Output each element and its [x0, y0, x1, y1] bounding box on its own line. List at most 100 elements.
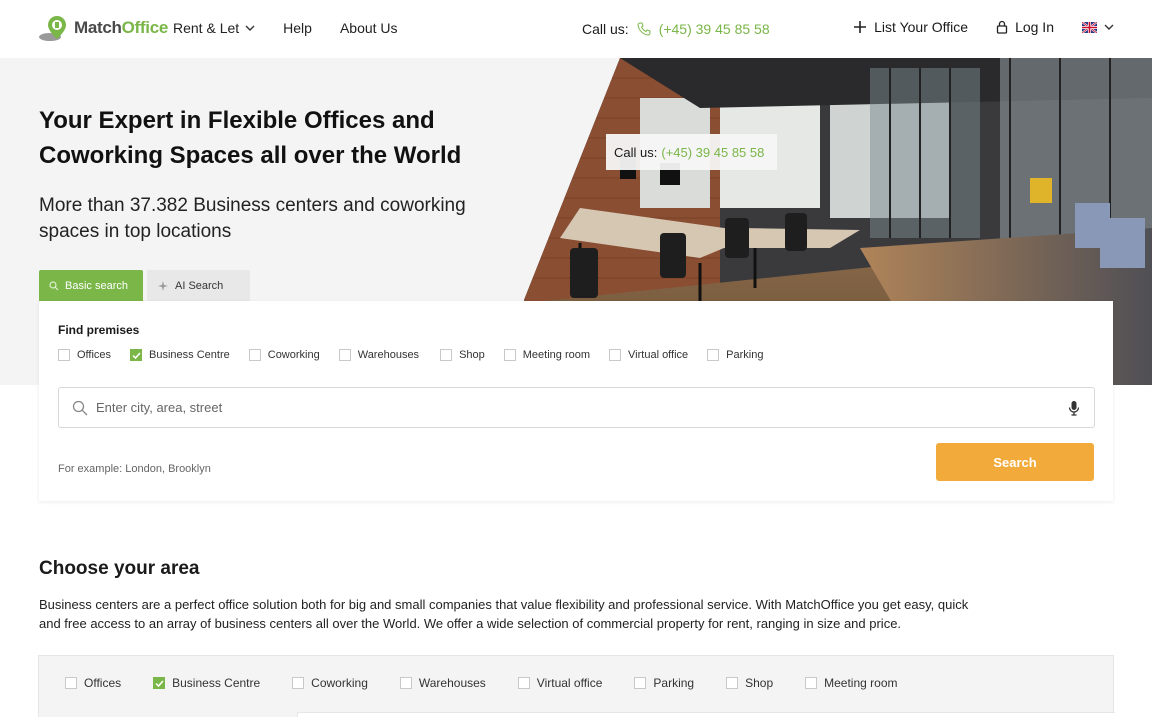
main-nav: Rent & Let Help About Us [173, 20, 426, 36]
checkbox-checked[interactable] [153, 677, 166, 689]
hero-title: Your Expert in Flexible Offices and Cowo… [39, 107, 462, 169]
filter-label: Offices [77, 349, 112, 361]
filter-coworking[interactable]: Coworking [248, 349, 320, 361]
list-your-office-button[interactable]: List Your Office [853, 19, 968, 35]
nav-help-label: Help [283, 20, 312, 36]
premises-type-filters: Offices Business Centre Coworking Wareho… [58, 349, 763, 361]
filter-label: Meeting room [824, 676, 898, 690]
chevron-down-icon [245, 25, 255, 31]
matchoffice-logo[interactable]: MatchOffice [38, 14, 168, 42]
area-filter-warehouses[interactable]: Warehouses [399, 676, 486, 690]
checkbox[interactable] [634, 677, 647, 689]
filter-label: Virtual office [536, 676, 603, 690]
filter-parking[interactable]: Parking [707, 349, 763, 361]
checkbox[interactable] [338, 349, 351, 361]
filter-label: Parking [726, 349, 764, 361]
sparkle-icon [158, 280, 168, 291]
nav-about-label: About Us [339, 20, 398, 36]
filter-label: Coworking [267, 349, 320, 361]
call-label: Call us: [582, 21, 629, 37]
search-icon [72, 400, 88, 415]
checkbox[interactable] [805, 677, 818, 689]
nav-rent-let[interactable]: Rent & Let [173, 20, 255, 36]
filter-label: Warehouses [418, 676, 486, 690]
area-filter-parking[interactable]: Parking [634, 676, 694, 690]
filter-label: Coworking [311, 676, 368, 690]
area-filter-virtual-office[interactable]: Virtual office [517, 676, 603, 690]
nav-help[interactable]: Help [283, 20, 312, 36]
plus-icon [854, 21, 867, 33]
area-filter-coworking[interactable]: Coworking [292, 676, 368, 690]
checkbox[interactable] [292, 677, 305, 689]
floating-call-label: Call us: [614, 144, 658, 160]
check-icon [155, 679, 164, 687]
site-header: MatchOffice Rent & Let Help About Us Cal… [0, 0, 1152, 58]
search-example-hint: For example: London, Brooklyn [58, 463, 211, 475]
call-phone-link[interactable]: (+45) 39 45 85 58 [659, 21, 770, 37]
checkbox[interactable] [707, 349, 720, 361]
search-icon [49, 280, 59, 290]
floating-call-us: Call us: (+45) 39 45 85 58 [606, 134, 777, 170]
location-search-box [58, 387, 1095, 428]
area-list-panel [297, 712, 1115, 717]
nav-about-us[interactable]: About Us [340, 20, 398, 36]
language-selector[interactable] [1082, 21, 1114, 33]
list-office-label: List Your Office [874, 19, 969, 35]
nav-rent-let-label: Rent & Let [173, 20, 240, 36]
login-button[interactable]: Log In [996, 19, 1054, 35]
checkbox[interactable] [248, 349, 261, 361]
filter-virtual-office[interactable]: Virtual office [609, 349, 688, 361]
header-actions: List Your Office Log In [825, 19, 1114, 35]
logo-pin-icon [39, 16, 66, 41]
filter-label: Virtual office [628, 349, 689, 361]
find-premises-label: Find premises [58, 323, 140, 337]
location-search-input[interactable] [88, 388, 1068, 427]
choose-area-description: Business centers are a perfect office so… [39, 597, 969, 631]
search-card: Find premises Offices Business Centre Co… [39, 301, 1113, 501]
lock-icon [996, 20, 1008, 34]
filter-label: Business Centre [149, 349, 230, 361]
filter-label: Meeting room [522, 349, 591, 361]
tab-ai-label: AI Search [175, 279, 224, 292]
checkbox[interactable] [503, 349, 516, 361]
uk-flag-icon [1082, 21, 1097, 33]
filter-meeting-room[interactable]: Meeting room [503, 349, 591, 361]
filter-label: Business Centre [172, 676, 261, 690]
phone-icon [637, 22, 651, 36]
filter-shop[interactable]: Shop [440, 349, 485, 361]
area-filter-panel: Offices Business Centre Coworking Wareho… [38, 655, 1115, 717]
filter-label: Parking [653, 676, 695, 690]
check-icon [132, 351, 141, 359]
tab-basic-search[interactable]: Basic search [39, 270, 143, 301]
checkbox[interactable] [726, 677, 739, 689]
area-type-filters: Offices Business Centre Coworking Wareho… [65, 676, 898, 690]
floating-call-phone[interactable]: (+45) 39 45 85 58 [661, 145, 764, 160]
area-filter-meeting-room[interactable]: Meeting room [805, 676, 898, 690]
filter-warehouses[interactable]: Warehouses [338, 349, 420, 361]
header-call-us: Call us: (+45) 39 45 85 58 [582, 21, 770, 37]
search-button[interactable]: Search [936, 443, 1094, 481]
filter-offices[interactable]: Offices [58, 349, 111, 361]
choose-area-title: Choose your area [39, 558, 200, 579]
hero-subtitle: More than 37.382 Business centers and co… [39, 195, 466, 242]
tab-basic-label: Basic search [65, 279, 128, 292]
area-filter-business-centre[interactable]: Business Centre [153, 676, 260, 690]
filter-label: Offices [84, 676, 122, 690]
logo-text: MatchOffice [74, 18, 169, 37]
checkbox[interactable] [58, 349, 70, 361]
microphone-icon[interactable] [1068, 400, 1080, 416]
filter-label: Shop [745, 676, 774, 690]
chevron-down-icon [1104, 24, 1114, 30]
tab-ai-search[interactable]: AI Search [147, 270, 250, 301]
checkbox[interactable] [440, 349, 453, 361]
filter-business-centre[interactable]: Business Centre [130, 349, 230, 361]
checkbox[interactable] [399, 677, 412, 689]
checkbox[interactable] [517, 677, 530, 689]
checkbox[interactable] [609, 349, 622, 361]
area-filter-offices[interactable]: Offices [65, 676, 121, 690]
area-filter-shop[interactable]: Shop [726, 676, 773, 690]
checkbox-checked[interactable] [130, 349, 143, 361]
login-label: Log In [1015, 19, 1054, 35]
checkbox[interactable] [65, 677, 77, 689]
filter-label: Warehouses [357, 349, 420, 361]
